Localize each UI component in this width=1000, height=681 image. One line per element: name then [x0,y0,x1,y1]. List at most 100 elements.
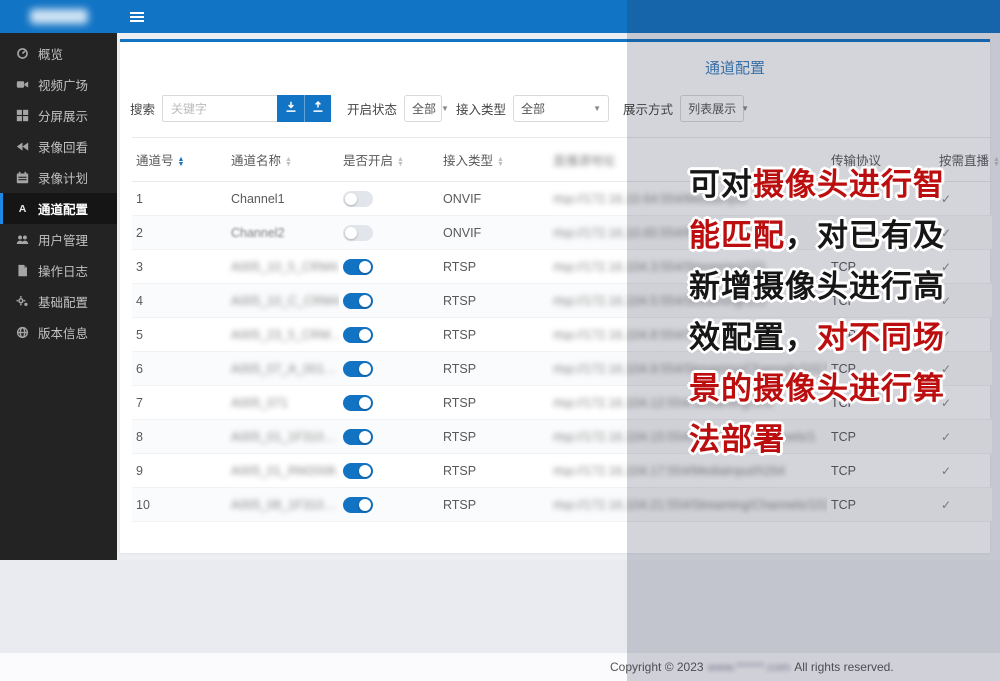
cell-channel-name: A005_01_RM2008… [227,454,339,488]
check-icon: ✓ [939,498,951,512]
annotation-line: 景的摄像头进行算 [689,363,945,414]
sort-icon: ▲▼ [285,157,292,167]
cell-access-type: RTSP [439,318,549,352]
enable-toggle[interactable] [343,463,373,479]
sidebar-item-label: 版本信息 [38,323,88,342]
cell-channel-num: 8 [132,420,227,454]
cell-access-type: RTSP [439,352,549,386]
cell-channel-name: Channel1 [227,182,339,216]
table-row: 10A005_08_1F310…RTSPrtsp://172.16.104.21… [132,488,992,522]
bottom-spacer [0,560,1000,653]
status-select[interactable]: 全部▼ [404,95,442,122]
rights-text: All rights reserved. [794,660,893,674]
sidebar-item-label: 视频广场 [38,75,88,94]
col-header-1[interactable]: 通道号▲▼ [132,138,227,182]
status-filter-label: 开启状态 [347,99,397,118]
check-icon: ✓ [939,464,951,478]
cell-channel-name: A005_10_5_CRM4… [227,250,339,284]
cell-channel-name: A005_071 [227,386,339,420]
sidebar-item-9[interactable]: 基础配置 [0,286,117,317]
search-label: 搜索 [130,99,155,118]
cell-channel-num: 3 [132,250,227,284]
cell-access-type: ONVIF [439,216,549,250]
cell-enabled [339,250,439,284]
cell-enabled [339,386,439,420]
upload-button[interactable] [304,95,331,122]
display-filter-label: 展示方式 [623,99,673,118]
page-title[interactable]: 通道配置 [705,60,765,77]
svg-text:A: A [19,203,27,215]
chevron-down-icon: ▼ [593,104,601,113]
cell-enabled [339,216,439,250]
search-input[interactable] [162,95,277,122]
cell-access-type: RTSP [439,284,549,318]
hamburger-icon[interactable] [130,12,144,22]
display-select[interactable]: 列表展示▼ [680,95,744,122]
grid-icon [14,109,31,123]
cell-access-type: ONVIF [439,182,549,216]
sidebar-item-8[interactable]: 操作日志 [0,255,117,286]
sort-icon: ▲▼ [178,157,185,167]
sidebar: 概览视频广场分屏展示录像回看录像计划 A通道配置用户管理操作日志基础配置版本信息 [0,33,117,560]
cell-enabled [339,420,439,454]
cell-channel-name: A005_08_1F310… [227,488,339,522]
sidebar-item-label: 基础配置 [38,292,88,311]
annotation-line: 效配置，对不同场 [689,312,945,363]
sidebar-item-3[interactable]: 分屏展示 [0,100,117,131]
cell-channel-num: 2 [132,216,227,250]
filter-bar: 搜索 开启状态 全部▼ [130,95,990,122]
annotation-line: 可对摄像头进行智 [689,159,945,210]
sidebar-item-label: 录像计划 [38,168,88,187]
cell-channel-num: 5 [132,318,227,352]
col-header-4[interactable]: 接入类型▲▼ [439,138,549,182]
sidebar-item-4[interactable]: 录像回看 [0,131,117,162]
enable-toggle[interactable] [343,191,373,207]
cell-enabled [339,454,439,488]
sidebar-item-7[interactable]: 用户管理 [0,224,117,255]
enable-toggle[interactable] [343,293,373,309]
sidebar-item-5[interactable]: 录像计划 [0,162,117,193]
annotation-text: 可对摄像头进行智能匹配，对已有及新增摄像头进行高效配置，对不同场景的摄像头进行算… [689,159,945,465]
cell-channel-num: 9 [132,454,227,488]
chevron-down-icon: ▼ [741,104,749,113]
type-filter-label: 接入类型 [456,99,506,118]
sidebar-item-2[interactable]: 视频广场 [0,69,117,100]
cell-enabled [339,352,439,386]
sidebar-item-1[interactable]: 概览 [0,38,117,69]
cell-access-type: RTSP [439,250,549,284]
annotation-line: 能匹配，对已有及 [689,210,945,261]
file-icon [14,264,31,278]
cell-protocol: TCP [827,488,935,522]
footer: Copyright © 2023 www.******.com All righ… [0,653,1000,681]
annotation-line: 法部署 [689,414,945,465]
type-select[interactable]: 全部▼ [513,95,609,122]
cell-access-type: RTSP [439,454,549,488]
upload-icon [312,101,324,116]
globe-icon [14,326,31,340]
copyright-text: Copyright © 2023 [610,660,704,674]
col-header-2[interactable]: 通道名称▲▼ [227,138,339,182]
cell-access-type: RTSP [439,488,549,522]
cell-channel-num: 4 [132,284,227,318]
col-header-3[interactable]: 是否开启▲▼ [339,138,439,182]
enable-toggle[interactable] [343,327,373,343]
cell-channel-num: 10 [132,488,227,522]
cell-channel-name: A005_10_C_CRM4… [227,284,339,318]
users-icon [14,233,31,247]
cell-channel-name: A005_07_A_001… [227,352,339,386]
enable-toggle[interactable] [343,395,373,411]
enable-toggle[interactable] [343,225,373,241]
video-icon [14,78,31,92]
sidebar-item-6[interactable]: A通道配置 [0,193,117,224]
cell-channel-num: 1 [132,182,227,216]
enable-toggle[interactable] [343,361,373,377]
sidebar-item-label: 用户管理 [38,230,88,249]
enable-toggle[interactable] [343,429,373,445]
enable-toggle[interactable] [343,497,373,513]
enable-toggle[interactable] [343,259,373,275]
sidebar-item-10[interactable]: 版本信息 [0,317,117,348]
download-button[interactable] [277,95,304,122]
annotation-line: 新增摄像头进行高 [689,261,945,312]
app-logo[interactable] [30,9,88,24]
cell-access-type: RTSP [439,420,549,454]
